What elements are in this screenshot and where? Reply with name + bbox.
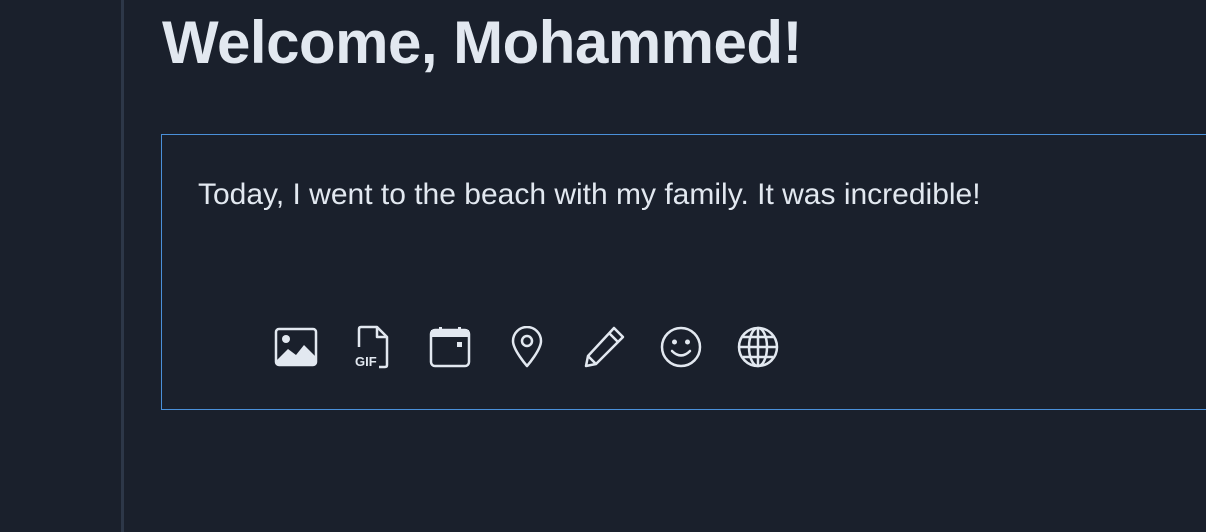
- globe-button[interactable]: [734, 323, 782, 371]
- calendar-icon: [429, 327, 471, 368]
- emoji-button[interactable]: [657, 323, 705, 371]
- location-icon: [511, 326, 543, 368]
- page: Welcome, Mohammed! Today, I went to the …: [0, 0, 1206, 532]
- page-title: Welcome, Mohammed!: [162, 9, 803, 76]
- gif-icon: GIF: [355, 325, 389, 369]
- pencil-icon: [584, 326, 625, 368]
- gif-label: GIF: [355, 354, 377, 369]
- composer-toolbar: GIF: [272, 323, 782, 371]
- gif-button[interactable]: GIF: [349, 323, 397, 371]
- image-button[interactable]: [272, 323, 320, 371]
- location-button[interactable]: [503, 323, 551, 371]
- post-composer[interactable]: Today, I went to the beach with my famil…: [161, 134, 1206, 410]
- schedule-button[interactable]: [426, 323, 474, 371]
- image-icon: [274, 327, 318, 367]
- emoji-icon: [660, 326, 702, 368]
- post-text-input[interactable]: Today, I went to the beach with my famil…: [198, 177, 981, 213]
- globe-icon: [737, 326, 779, 368]
- sidebar-divider: [121, 0, 124, 532]
- edit-button[interactable]: [580, 323, 628, 371]
